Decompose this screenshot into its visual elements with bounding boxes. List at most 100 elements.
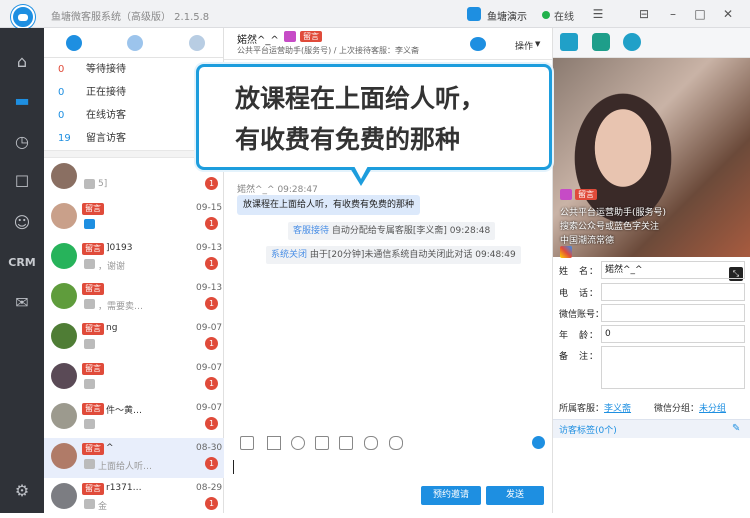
contact-item-selected[interactable]: 留言 ^ 08-30 上面给人听… 1 [44, 438, 224, 478]
microphone-icon[interactable] [364, 436, 378, 450]
link-icon[interactable] [389, 436, 403, 450]
leave-message-tag: 留言 [575, 189, 597, 200]
mail-icon[interactable]: ✉ [8, 289, 36, 317]
contact-item[interactable]: 留言 ng 09-07 1 [44, 318, 224, 358]
contact-time: 09-07 [196, 323, 223, 333]
owner-link[interactable]: 李义斋 [604, 404, 631, 414]
note-input[interactable] [601, 346, 745, 389]
contact-preview: ，谢谢 [98, 262, 126, 272]
age-input[interactable]: 0 [601, 325, 745, 343]
owner-row: 所属客服：李义斋 [559, 401, 631, 414]
system-key: 客服接待 [293, 226, 330, 236]
history-tab-icon[interactable] [127, 35, 143, 51]
name-input[interactable]: 婼然^_^ [601, 261, 745, 279]
system-text: 自动分配给专属客服[李义斋] [331, 226, 447, 236]
contact-item[interactable]: 留言 ]0193 09-13 ，谢谢 1 [44, 238, 224, 278]
visitor-tags-label: 访客标签(0个) [559, 426, 617, 436]
phone-input[interactable] [601, 283, 745, 301]
message-input[interactable] [224, 456, 553, 484]
queue-label: 留言访客 [86, 133, 126, 144]
chat-bubble-icon[interactable] [560, 33, 578, 51]
transfer-icon[interactable] [470, 37, 486, 51]
group-label: 微信分组： [654, 404, 700, 414]
maximize-icon[interactable]: □ [692, 6, 708, 22]
split-icon[interactable]: ⊟ [636, 6, 652, 22]
contact-item[interactable]: 留言 09-13 ，需要卖… 1 [44, 278, 224, 318]
title-bar: 鱼塘微客服系统（高级版） 2.1.5.8 鱼塘演示 在线 ☰ ⊟ – □ ✕ [0, 0, 750, 29]
layout-icon[interactable]: ☰ [590, 6, 606, 22]
contact-time: 08-30 [196, 443, 223, 453]
leave-message-tag: 留言 [82, 403, 104, 415]
folder-icon[interactable] [240, 436, 254, 450]
account-icon [467, 7, 481, 21]
account-name[interactable]: 鱼塘演示 [487, 8, 527, 23]
leave-message-tag: 留言 [82, 443, 104, 455]
leave-message-tag: 留言 [82, 283, 104, 295]
channel-icon [84, 179, 95, 189]
contact-time: 09-15 [196, 203, 223, 213]
image-icon[interactable] [315, 436, 329, 450]
channel-tag-icon [284, 31, 296, 42]
clock-icon[interactable]: ◷ [8, 128, 36, 156]
contact-item[interactable]: 留言 09-15 1 [44, 198, 224, 238]
leave-message-tag: 留言 [82, 363, 104, 375]
avatar [51, 403, 77, 429]
unread-badge: 1 [205, 497, 218, 510]
phone-field: 电 话： [553, 282, 750, 302]
leave-message-tag: 留言 [82, 483, 104, 495]
system-key: 系统关闭 [271, 250, 308, 260]
contact-item[interactable]: 留言 09-07 1 [44, 358, 224, 398]
contacts-tab-icon[interactable] [189, 35, 205, 51]
crm-nav[interactable]: CRM [8, 249, 36, 277]
online-status[interactable]: 在线 [554, 8, 574, 23]
chat-tab-icon[interactable] [66, 35, 82, 51]
photo-caption: 搜索公众号或蓝色字关注 [560, 222, 660, 232]
contact-item[interactable]: 留言 r1371… 08-29 金 1 [44, 478, 224, 518]
invite-button[interactable]: 预约邀请 [421, 486, 481, 505]
template-icon[interactable] [339, 436, 353, 450]
queue-count: 0 [58, 110, 65, 121]
leave-message-tag: 留言 [82, 203, 104, 215]
support-icon[interactable] [532, 436, 545, 449]
minimize-icon[interactable]: – [665, 6, 681, 22]
contact-time: 09-07 [196, 363, 223, 373]
edit-icon[interactable]: ✎ [732, 424, 742, 434]
channel-icon [84, 419, 95, 429]
online-status-icon [542, 11, 550, 19]
unread-badge: 1 [205, 217, 218, 230]
message-icon[interactable]: ☐ [8, 168, 36, 196]
send-button[interactable]: 发送 [486, 486, 544, 505]
email-icon[interactable] [623, 33, 641, 51]
operations-menu[interactable]: 操作 [515, 39, 533, 52]
queue-count: 0 [58, 87, 65, 98]
home-icon[interactable]: ⌂ [8, 48, 36, 76]
avatar [51, 283, 77, 309]
text-caret [233, 460, 234, 474]
contact-name: ng [106, 323, 118, 333]
leave-message-tag: 留言 [82, 243, 104, 255]
emoji-icon[interactable] [291, 436, 305, 450]
field-label: 电 话： [559, 289, 600, 299]
group-row: 微信分组：未分组 [654, 401, 726, 414]
settings-icon[interactable]: ⚙ [8, 477, 36, 505]
leave-message-tag: 留言 [82, 323, 104, 335]
chat-icon[interactable]: ▬ [8, 87, 36, 115]
unread-badge: 1 [205, 337, 218, 350]
contact-preview: 5] [98, 179, 108, 189]
unread-badge: 1 [205, 257, 218, 270]
name-field: 姓 名： 婼然^_^ [553, 260, 750, 280]
message-sender: 婼然^_^ 09:28:47 [237, 185, 318, 195]
age-field: 年 龄： 0 [553, 324, 750, 344]
close-icon[interactable]: ✕ [720, 6, 736, 22]
contact-preview: 上面给人听… [98, 462, 153, 472]
user-icon[interactable]: ☺ [8, 209, 36, 237]
crop-icon[interactable] [267, 436, 281, 450]
chevron-down-icon: ▼ [535, 40, 541, 48]
wechat-input[interactable] [601, 304, 745, 322]
contact-name: ^ [106, 443, 114, 453]
wechat-field: 微信账号： [553, 303, 750, 323]
group-link[interactable]: 未分组 [699, 404, 726, 414]
contact-time: 09-13 [196, 283, 223, 293]
profile-card-icon[interactable] [592, 33, 610, 51]
contact-item[interactable]: 留言 件～黄… 09-07 1 [44, 398, 224, 438]
